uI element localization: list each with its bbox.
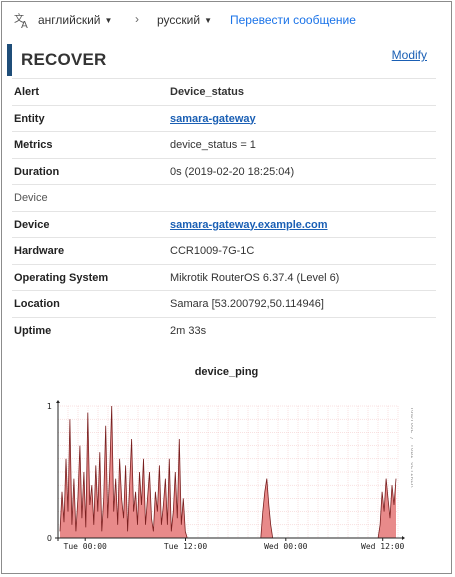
detail-key: Duration [14,165,60,178]
detail-value: Samara [53.200792,50.114946] [170,298,324,310]
detail-row: Location Samara [53.200792,50.114946] [12,290,436,317]
chevron-down-icon: ▼ [204,16,212,25]
detail-row: Uptime 2m 33s [12,316,436,344]
detail-value: device_status = 1 [170,139,256,151]
detail-row: Entity samara-gateway [12,104,436,132]
translate-bar: 文 A английский ▼ › русский ▼ Перевести соо… [2,2,451,38]
x-tick-label: Wed 12:00 [361,542,405,551]
detail-key: Entity [14,112,45,125]
email-message-frame: 文 A английский ▼ › русский ▼ Перевести соо… [1,1,452,574]
y-axis-arrow [56,400,60,403]
detail-key: Hardware [14,245,65,257]
detail-key: Uptime [14,324,52,337]
detail-value-link[interactable]: samara-gateway.example.com [170,219,328,231]
detail-value: 2m 33s [170,324,207,337]
x-axis-arrow [402,536,405,540]
detail-row: Metrics device_status = 1 [12,131,436,158]
status-accent-bar [7,44,12,76]
detail-value: CCR1009-7G-1C [170,245,255,257]
detail-value: Device_status [170,86,244,98]
svg-text:A: A [21,20,28,29]
detail-value: 0s (2019-02-20 18:25:04) [170,165,295,178]
alert-details-table: Alert Device_status Entity samara-gateway Me… [12,78,436,343]
detail-row: Duration 0s (2019-02-20 18:25:04) [12,157,436,185]
detail-key: Device [14,218,50,231]
detail-key: Device [14,192,48,204]
target-language-select[interactable]: русский ▼ [157,13,212,27]
detail-row: Device [12,184,436,211]
detail-key: Operating System [14,271,109,284]
translate-message-link[interactable]: Перевести сообщение [230,13,356,27]
detail-key: Location [14,298,60,310]
source-language-label: английский [38,13,101,27]
x-tick-label: Tue 12:00 [164,542,208,551]
arrow-right-icon: › [135,12,139,26]
detail-row: Alert Device_status [12,78,436,105]
rrdtool-watermark: RRDTOOL / TOBI OETIKER [409,408,413,488]
detail-row: Device samara-gateway.example.com [12,210,436,238]
detail-key: Alert [14,86,40,98]
detail-row: Hardware CCR1009-7G-1C [12,237,436,264]
detail-row: Operating System Mikrotik RouterOS 6.37.4… [12,263,436,291]
y-tick-label: 1 [47,402,52,411]
source-language-select[interactable]: английский ▼ [38,13,112,27]
y-tick-label: 0 [47,534,52,543]
alert-status-title: RECOVER [21,50,107,69]
modify-link[interactable]: Modify [392,48,427,62]
x-tick-label: Tue 00:00 [64,542,108,551]
chevron-down-icon: ▼ [104,16,113,25]
x-tick-label: Wed 00:00 [264,542,308,551]
device-ping-chart: 0 1 Tue 00:00 Tue 12:00 Wed 00:00 Wed 12:00 RR… [47,400,413,551]
target-language-label: русский [157,13,201,27]
detail-value-link[interactable]: samara-gateway [170,113,256,125]
translate-icon: 文 A [14,12,28,29]
detail-key: Metrics [14,139,53,151]
chart-title: device_ping [194,366,259,378]
alert-header: RECOVER Modify [7,44,445,76]
detail-value: Mikrotik RouterOS 6.37.4 (Level 6) [170,271,340,284]
